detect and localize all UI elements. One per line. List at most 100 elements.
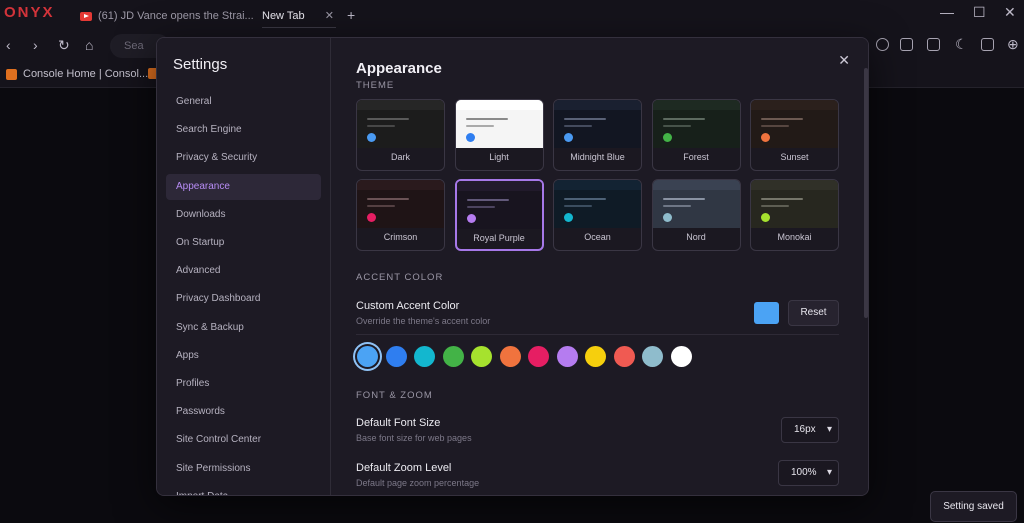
sidebar-item-privacy-dashboard[interactable]: Privacy Dashboard xyxy=(166,286,321,312)
sidebar-item-search-engine[interactable]: Search Engine xyxy=(166,117,321,143)
zoom-select[interactable]: 100% ▾ xyxy=(778,460,839,486)
close-icon[interactable]: ✕ xyxy=(838,52,850,69)
close-tab-icon[interactable]: ✕ xyxy=(325,9,334,22)
theme-name: Forest xyxy=(683,152,709,162)
theme-name: Dark xyxy=(390,152,410,162)
sidebar-item-site-control-center[interactable]: Site Control Center xyxy=(166,427,321,453)
tab-youtube[interactable]: (61) JD Vance opens the Strai... xyxy=(80,4,260,28)
accent-color-swatch[interactable] xyxy=(385,346,407,367)
accent-color-swatch[interactable] xyxy=(613,346,635,367)
theme-card-dark[interactable]: Dark xyxy=(356,99,445,171)
maximize-icon[interactable]: ☐ xyxy=(973,4,986,21)
download-icon[interactable] xyxy=(876,38,889,51)
accent-color-swatch[interactable] xyxy=(670,346,692,367)
theme-name: Ocean xyxy=(584,232,611,242)
theme-card-crimson[interactable]: Crimson xyxy=(356,179,445,251)
theme-card-midnight-blue[interactable]: Midnight Blue xyxy=(553,99,642,171)
theme-card-forest[interactable]: Forest xyxy=(651,99,741,171)
sidebar-icon[interactable] xyxy=(927,38,940,51)
theme-accent-dot xyxy=(761,133,770,142)
tab-new-tab[interactable]: New Tab ✕ xyxy=(262,4,336,28)
accent-color-swatch[interactable] xyxy=(414,346,435,367)
tab-title: (61) JD Vance opens the Strai... xyxy=(98,10,254,22)
theme-preview-line xyxy=(662,118,705,120)
reload-icon[interactable]: ↻ xyxy=(58,37,70,54)
sidebar-item-general[interactable]: General xyxy=(166,89,321,115)
back-icon[interactable]: ‹ xyxy=(6,37,11,53)
theme-name: Midnight Blue xyxy=(570,152,625,162)
reset-accent-button[interactable]: Reset xyxy=(788,300,839,326)
sidebar-item-apps[interactable]: Apps xyxy=(166,343,321,369)
font-size-title: Default Font Size xyxy=(356,417,441,429)
font-size-select[interactable]: 16px ▾ xyxy=(781,417,839,443)
theme-name: Light xyxy=(489,152,509,162)
theme-card-sunset[interactable]: Sunset xyxy=(750,99,839,171)
sidebar-item-profiles[interactable]: Profiles xyxy=(166,371,321,397)
custom-accent-swatch[interactable] xyxy=(754,302,779,324)
bookmark-item[interactable]: Console Home | Consol... xyxy=(6,68,148,80)
custom-accent-title: Custom Accent Color xyxy=(356,300,460,312)
theme-accent-dot xyxy=(761,213,770,222)
dark-mode-icon[interactable]: ☾ xyxy=(955,36,968,53)
sidebar-item-sync-backup[interactable]: Sync & Backup xyxy=(166,315,321,341)
theme-preview-header xyxy=(652,180,740,190)
accent-color-swatch[interactable] xyxy=(528,346,549,367)
aws-icon xyxy=(6,68,17,80)
theme-preview-line xyxy=(367,118,409,120)
theme-card-royal-purple[interactable]: Royal Purple xyxy=(454,179,544,251)
reading-list-icon[interactable] xyxy=(981,38,994,51)
sidebar-item-downloads[interactable]: Downloads xyxy=(166,202,321,228)
accent-color-swatch[interactable] xyxy=(471,346,492,367)
home-icon[interactable]: ⌂ xyxy=(85,37,93,53)
theme-name: Crimson xyxy=(383,232,418,242)
sidebar-item-site-permissions[interactable]: Site Permissions xyxy=(166,456,321,482)
theme-preview-header xyxy=(751,180,838,190)
theme-preview-line xyxy=(564,205,592,207)
accent-color-swatch[interactable] xyxy=(556,346,578,367)
menu-icon[interactable]: ⊕ xyxy=(1007,36,1019,53)
theme-accent-dot xyxy=(466,214,476,223)
settings-title: Settings xyxy=(173,56,228,73)
settings-sidebar: Settings General Search Engine Privacy & S… xyxy=(157,38,331,495)
zoom-subtitle: Default page zoom percentage xyxy=(356,478,480,488)
theme-preview-line xyxy=(466,206,495,208)
theme-name: Royal Purple xyxy=(473,233,525,243)
settings-modal: Settings General Search Engine Privacy & S… xyxy=(156,37,869,496)
accent-color-swatch[interactable] xyxy=(585,346,606,367)
sidebar-item-privacy-security[interactable]: Privacy & Security xyxy=(166,145,321,171)
scrollbar[interactable] xyxy=(864,68,868,318)
accent-color-swatch[interactable] xyxy=(499,346,521,367)
minimize-icon[interactable]: — xyxy=(940,4,954,20)
theme-preview-line xyxy=(465,118,508,120)
close-window-icon[interactable]: ✕ xyxy=(1004,4,1016,21)
new-tab-button[interactable]: + xyxy=(347,7,355,23)
accent-color-swatch[interactable] xyxy=(642,346,663,367)
sidebar-item-appearance[interactable]: Appearance xyxy=(166,173,321,200)
theme-preview-line xyxy=(761,198,803,200)
theme-preview xyxy=(652,180,740,228)
theme-card-monokai[interactable]: Monokai xyxy=(750,179,839,251)
theme-preview-header xyxy=(652,100,740,110)
sidebar-item-on-startup[interactable]: On Startup xyxy=(166,230,321,256)
theme-preview xyxy=(456,181,542,229)
theme-card-ocean[interactable]: Ocean xyxy=(553,179,642,251)
extensions-icon[interactable] xyxy=(900,38,913,51)
font-size-subtitle: Base font size for web pages xyxy=(356,433,472,443)
zoom-value: 100% xyxy=(791,467,817,478)
theme-preview-line xyxy=(662,125,691,127)
theme-accent-dot xyxy=(662,213,672,222)
tab-bar: ONYX (61) JD Vance opens the Strai... Ne… xyxy=(0,0,1024,30)
theme-preview-header xyxy=(554,180,641,190)
custom-accent-subtitle: Override the theme's accent color xyxy=(356,316,491,326)
theme-card-light[interactable]: Light xyxy=(454,99,544,171)
accent-color-swatch[interactable] xyxy=(357,346,378,367)
sidebar-item-import-data[interactable]: Import Data xyxy=(166,484,321,495)
theme-card-nord[interactable]: Nord xyxy=(651,179,741,251)
accent-color-swatch[interactable] xyxy=(442,346,464,367)
sidebar-item-passwords[interactable]: Passwords xyxy=(166,399,321,425)
sidebar-item-advanced[interactable]: Advanced xyxy=(166,258,321,284)
forward-icon[interactable]: › xyxy=(33,37,38,53)
theme-preview-line xyxy=(465,125,494,127)
theme-preview-line xyxy=(367,205,395,207)
toast-notification: Setting saved xyxy=(930,491,1017,522)
